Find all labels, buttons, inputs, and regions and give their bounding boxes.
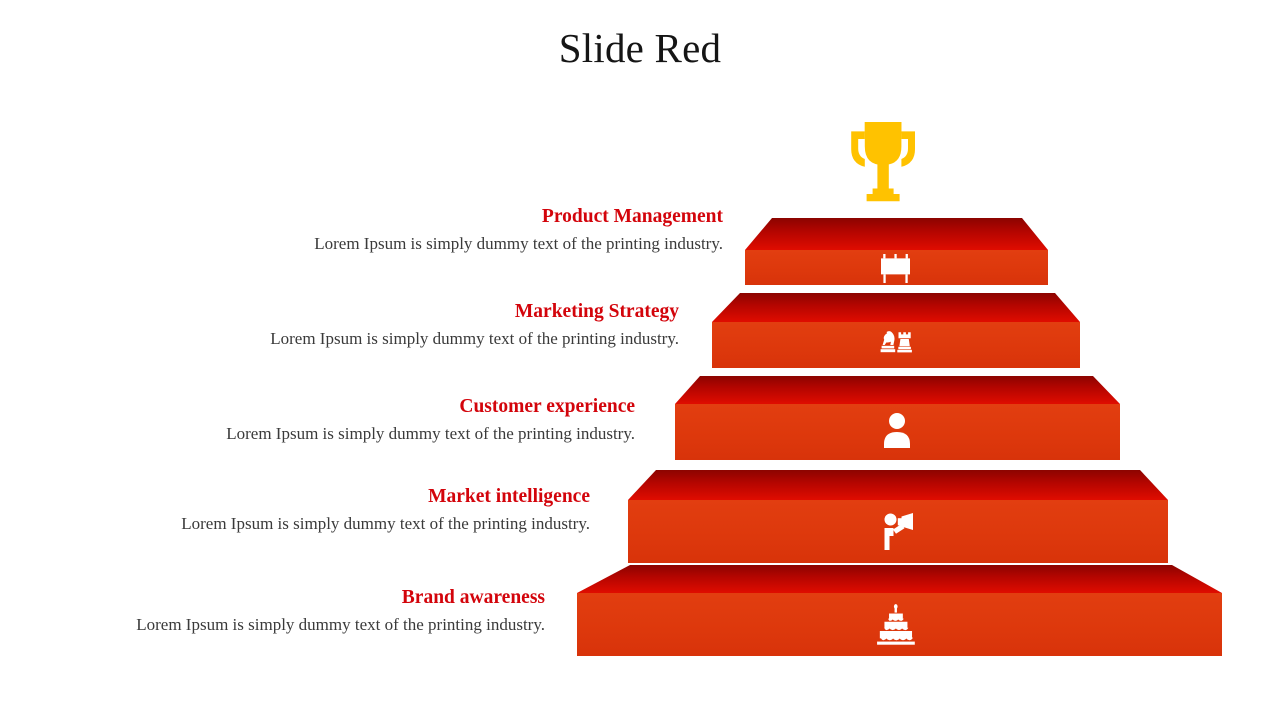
step-4-marketing-strategy[interactable] xyxy=(712,293,1080,368)
step-2-top-surface xyxy=(628,470,1168,500)
step-5-top-surface xyxy=(745,218,1048,250)
step-1-heading: Brand awareness xyxy=(401,587,545,608)
step-4-description: Lorem Ipsum is simply dummy text of the … xyxy=(270,329,679,349)
step-3-description: Lorem Ipsum is simply dummy text of the … xyxy=(226,424,635,444)
step-3-customer-experience[interactable] xyxy=(675,376,1120,460)
step-5-text-block: Product Management Lorem Ipsum is simply… xyxy=(314,205,723,255)
step-3-top-surface xyxy=(675,376,1120,404)
step-3-front-face xyxy=(675,404,1120,460)
step-2-heading: Market intelligence xyxy=(428,486,590,507)
step-1-top-surface xyxy=(577,565,1222,593)
step-2-description: Lorem Ipsum is simply dummy text of the … xyxy=(181,514,590,534)
step-3-text-block: Customer experience Lorem Ipsum is simpl… xyxy=(226,395,635,445)
step-2-text-block: Market intelligence Lorem Ipsum is simpl… xyxy=(181,485,590,535)
step-5-description: Lorem Ipsum is simply dummy text of the … xyxy=(314,234,723,254)
step-1-description: Lorem Ipsum is simply dummy text of the … xyxy=(136,615,545,635)
trophy-icon xyxy=(851,122,915,202)
step-5-product-management[interactable] xyxy=(745,218,1048,285)
step-1-brand-awareness[interactable] xyxy=(577,565,1222,656)
slide-canvas: Slide Red Product Management Lorem Ipsum… xyxy=(0,0,1280,720)
step-5-heading: Product Management xyxy=(541,206,723,227)
step-1-text-block: Brand awareness Lorem Ipsum is simply du… xyxy=(136,586,545,636)
step-2-market-intelligence[interactable] xyxy=(628,470,1168,563)
step-4-text-block: Marketing Strategy Lorem Ipsum is simply… xyxy=(270,300,679,350)
page-title: Slide Red xyxy=(558,25,722,71)
step-4-top-surface xyxy=(712,293,1080,322)
step-4-front-face xyxy=(712,322,1080,368)
step-4-heading: Marketing Strategy xyxy=(514,301,679,322)
step-3-heading: Customer experience xyxy=(459,396,635,417)
